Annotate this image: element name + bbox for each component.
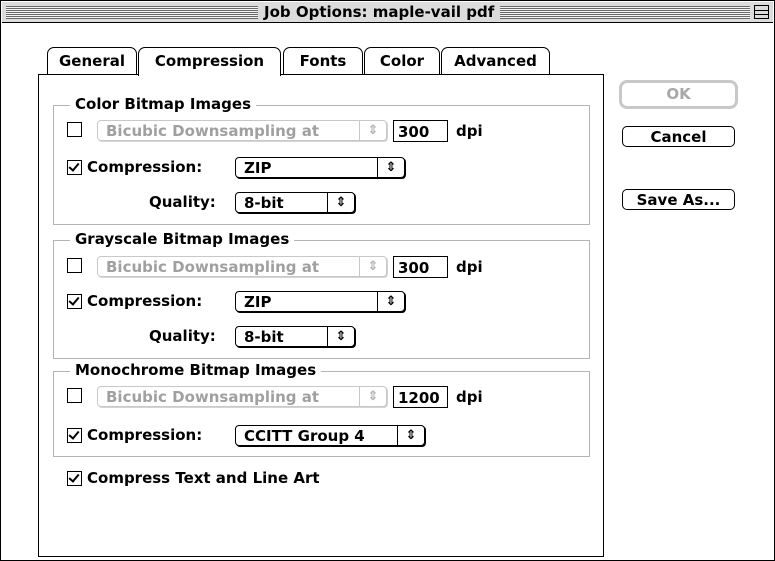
quality-popup[interactable]: 8-bit ⇕ — [235, 192, 355, 213]
quality-label: Quality: — [149, 193, 216, 211]
group-title: Monochrome Bitmap Images — [70, 361, 322, 379]
popup-value: ZIP — [244, 159, 272, 177]
compression-checkbox[interactable] — [67, 294, 82, 309]
popup-value: Bicubic Downsampling at — [106, 388, 320, 406]
quality-label: Quality: — [149, 327, 216, 345]
dpi-unit: dpi — [456, 258, 483, 276]
quality-popup[interactable]: 8-bit ⇕ — [235, 326, 355, 347]
compression-popup[interactable]: CCITT Group 4 ⇕ — [235, 425, 425, 446]
dpi-unit: dpi — [456, 122, 483, 140]
compress-text-checkbox[interactable] — [67, 471, 82, 486]
zoom-box-icon[interactable] — [754, 5, 769, 19]
downsampling-checkbox[interactable] — [67, 258, 82, 273]
updown-arrow-icon: ⇕ — [359, 121, 386, 140]
tab-advanced[interactable]: Advanced — [441, 47, 550, 75]
updown-arrow-icon: ⇕ — [397, 426, 424, 445]
compression-popup[interactable]: ZIP ⇕ — [235, 291, 405, 312]
tab-compression[interactable]: Compression — [138, 47, 281, 76]
ok-button[interactable]: OK — [619, 80, 738, 109]
popup-value: Bicubic Downsampling at — [106, 258, 320, 276]
tab-fonts[interactable]: Fonts — [283, 47, 363, 75]
title-bar[interactable]: Job Options: maple-vail pdf — [2, 2, 773, 23]
downsampling-popup[interactable]: Bicubic Downsampling at ⇕ — [97, 120, 387, 141]
window-title: Job Options: maple-vail pdf — [258, 2, 501, 22]
dpi-field[interactable]: 300 — [393, 120, 448, 142]
cancel-button[interactable]: Cancel — [622, 126, 735, 147]
updown-arrow-icon: ⇕ — [377, 158, 404, 177]
popup-value: 8-bit — [244, 194, 284, 212]
dpi-unit: dpi — [456, 388, 483, 406]
popup-value: Bicubic Downsampling at — [106, 122, 320, 140]
tab-color[interactable]: Color — [364, 47, 440, 75]
updown-arrow-icon: ⇕ — [327, 327, 354, 346]
save-as-button[interactable]: Save As... — [622, 189, 735, 210]
popup-value: ZIP — [244, 293, 272, 311]
updown-arrow-icon: ⇕ — [359, 387, 386, 406]
updown-arrow-icon: ⇕ — [377, 292, 404, 311]
downsampling-checkbox[interactable] — [67, 388, 82, 403]
popup-value: CCITT Group 4 — [244, 427, 365, 445]
compression-popup[interactable]: ZIP ⇕ — [235, 157, 405, 178]
tab-general[interactable]: General — [47, 47, 137, 75]
compression-panel: Color Bitmap Images Bicubic Downsampling… — [38, 74, 604, 557]
compression-label: Compression: — [87, 426, 203, 444]
downsampling-popup[interactable]: Bicubic Downsampling at ⇕ — [97, 386, 387, 407]
compression-checkbox[interactable] — [67, 428, 82, 443]
compress-text-label: Compress Text and Line Art — [87, 469, 320, 487]
popup-value: 8-bit — [244, 328, 284, 346]
updown-arrow-icon: ⇕ — [359, 257, 386, 276]
dpi-field[interactable]: 300 — [393, 256, 448, 278]
downsampling-checkbox[interactable] — [67, 122, 82, 137]
compression-label: Compression: — [87, 158, 203, 176]
compression-label: Compression: — [87, 292, 203, 310]
updown-arrow-icon: ⇕ — [327, 193, 354, 212]
compression-checkbox[interactable] — [67, 160, 82, 175]
dpi-field[interactable]: 1200 — [393, 386, 448, 408]
downsampling-popup[interactable]: Bicubic Downsampling at ⇕ — [97, 256, 387, 277]
group-title: Grayscale Bitmap Images — [70, 230, 295, 248]
group-title: Color Bitmap Images — [70, 95, 257, 113]
